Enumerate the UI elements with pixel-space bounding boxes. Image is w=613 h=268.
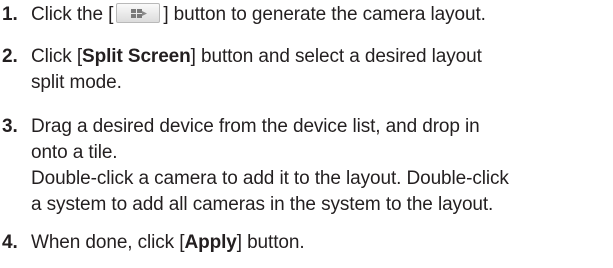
text-run: When done, click [	[31, 232, 185, 253]
step-text: Click the [ ] button to generate the came…	[31, 2, 611, 28]
step-line: a system to add all cameras in the syste…	[31, 194, 494, 215]
step-line: Click the [ ] button to generate the came…	[31, 2, 611, 28]
bold-text: Apply	[184, 232, 237, 253]
step-line: onto a tile.	[31, 142, 118, 163]
step-text: When done, click [Apply] button.	[31, 230, 611, 256]
text-run: Click [	[31, 46, 83, 67]
step-text: Drag a desired device from the device li…	[31, 114, 611, 218]
step-line: When done, click [Apply] button.	[31, 230, 611, 256]
step-number: 3.	[2, 116, 18, 137]
step-line: Double-click a camera to add it to the l…	[31, 168, 509, 189]
camera-layout-button	[116, 3, 161, 23]
step-line: split mode.	[31, 72, 122, 93]
step-text: Click [Split Screen] button and select a…	[31, 44, 611, 96]
step-line: Click [Split Screen] button and select a…	[31, 44, 611, 70]
bold-text: Split Screen	[82, 46, 191, 67]
text-run: ] button.	[236, 232, 305, 253]
text-run: ] button to generate the camera layout.	[163, 4, 486, 25]
camera-layout-icon	[131, 9, 148, 18]
step-line: Drag a desired device from the device li…	[31, 116, 480, 137]
step-number: 4.	[2, 232, 18, 253]
text-run: ] button and select a desired layout	[190, 46, 482, 67]
step-number: 2.	[2, 46, 18, 67]
step-number: 1.	[2, 4, 18, 25]
text-run: Click the [	[31, 4, 114, 25]
